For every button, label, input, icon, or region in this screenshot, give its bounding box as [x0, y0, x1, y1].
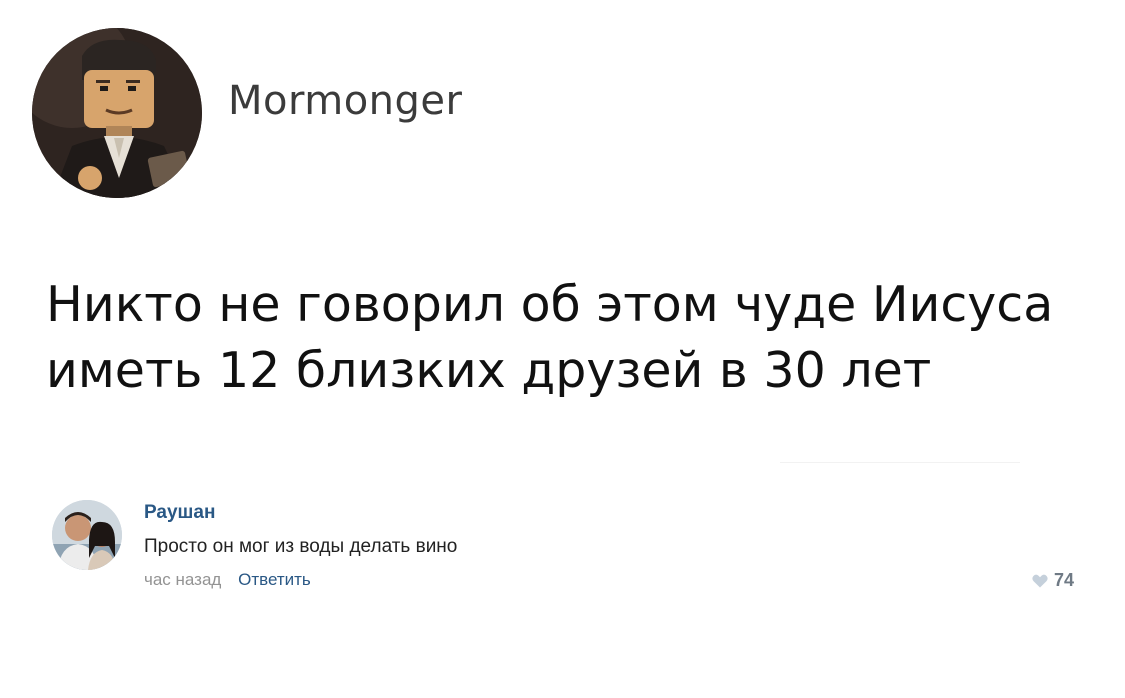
lego-figure-icon [32, 28, 202, 198]
divider [780, 462, 1020, 463]
reply-button[interactable]: Ответить [238, 570, 311, 589]
post-header: Mormonger [32, 28, 632, 198]
post-text-line-1: Никто не говорил об этом чуде Иисуса [46, 276, 1054, 333]
like-button[interactable]: 74 [1032, 570, 1074, 591]
couple-photo-icon [52, 500, 122, 570]
comment: Раушан Просто он мог из воды делать вино… [52, 496, 1082, 606]
post-text-line-2: иметь 12 близких друзей в 30 лет [46, 342, 932, 399]
comment-meta: час назад Ответить [144, 570, 311, 590]
heart-icon [1032, 574, 1048, 587]
comment-timestamp: час назад [144, 570, 222, 589]
author-avatar[interactable] [32, 28, 202, 198]
comment-text: Просто он мог из воды делать вино [144, 536, 458, 557]
like-count: 74 [1053, 570, 1074, 590]
comment-author-name[interactable]: Раушан [144, 502, 215, 524]
comment-avatar[interactable] [52, 500, 122, 570]
post-text: Никто не говорил об этом чуде Иисуса име… [46, 272, 1086, 404]
post-author-name[interactable]: Mormonger [228, 78, 462, 124]
